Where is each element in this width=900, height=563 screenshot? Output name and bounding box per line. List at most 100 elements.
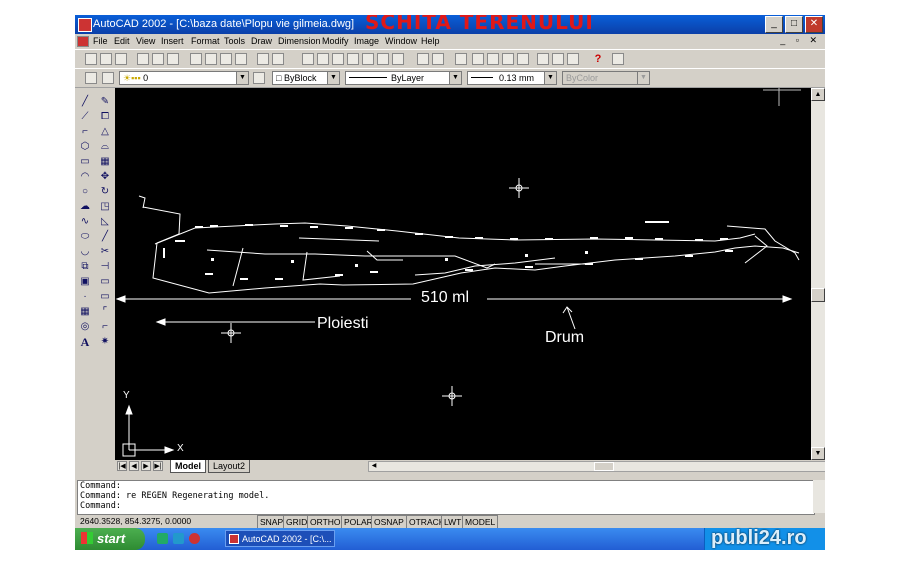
copy-icon[interactable] [205,53,217,65]
vertical-scrollbar[interactable]: ▲ ▼ [811,88,825,460]
hyperlink-icon[interactable] [392,53,404,65]
lwt-toggle[interactable]: LWT [441,515,465,529]
construction-line-icon[interactable]: ⟋ [79,111,91,123]
menu-edit[interactable]: Edit [114,36,130,46]
menu-view[interactable]: View [136,36,155,46]
open-icon[interactable] [100,53,112,65]
make-block-icon[interactable]: ▣ [79,276,91,288]
drawing-area[interactable]: 510 ml Ploiesti Drum Y X [115,88,811,460]
tab-layout2[interactable]: Layout2 [208,460,251,473]
match-properties-icon[interactable] [235,53,247,65]
menu-file[interactable]: File [93,36,108,46]
layer-previous-icon[interactable] [253,72,265,84]
ucs-icon[interactable] [417,53,429,65]
command-window[interactable]: Command: Command: re REGEN Regenerating … [77,480,815,515]
hatch-icon[interactable]: ▦ [79,306,91,318]
arc-icon[interactable]: ◠ [79,171,91,183]
express-icon[interactable] [612,53,624,65]
tab-model[interactable]: Model [170,460,206,473]
polygon-icon[interactable]: ⬡ [79,141,91,153]
layer-dropdown[interactable]: ☀▪▪▪ 0 ▼ [119,71,249,85]
tab-first-icon[interactable]: |◀ [117,461,127,471]
linetype-dropdown[interactable]: ByLayer ▼ [345,71,462,85]
find-icon[interactable] [167,53,179,65]
zoom-extents-icon[interactable] [517,53,529,65]
model-toggle[interactable]: MODEL [462,515,499,529]
lengthen-icon[interactable]: ╱ [99,231,111,243]
close-button[interactable]: ✕ [805,16,823,33]
break-at-point-icon[interactable]: ▭ [99,291,111,303]
horizontal-scrollbar[interactable]: ◀ ▶ [368,461,825,472]
region-icon[interactable]: ◎ [79,321,91,333]
plotstyle-dropdown[interactable]: ByColor ▼ [562,71,650,85]
point-icon[interactable]: · [79,291,91,303]
start-button[interactable]: start [75,528,145,550]
lineweight-dropdown[interactable]: 0.13 mm ▼ [467,71,557,85]
make-current-layer-icon[interactable] [102,72,114,84]
menu-tools[interactable]: Tools [224,36,245,46]
extend-icon[interactable]: ⊣ [99,261,111,273]
break-icon[interactable]: ▭ [99,276,111,288]
image-icon[interactable] [377,53,389,65]
properties-icon[interactable] [332,53,344,65]
line-icon[interactable]: ╱ [79,96,91,108]
menu-draw[interactable]: Draw [251,36,272,46]
design-center-icon[interactable] [347,53,359,65]
zoom-realtime-icon[interactable] [455,53,467,65]
erase-icon[interactable]: ✎ [99,96,111,108]
menu-insert[interactable]: Insert [161,36,184,46]
zoom-window-icon[interactable] [487,53,499,65]
tab-last-icon[interactable]: ▶| [153,461,163,471]
ellipse-icon[interactable]: ⬭ [79,231,91,243]
revision-cloud-icon[interactable]: ☁ [79,201,91,213]
redraw-icon[interactable] [537,53,549,65]
menu-help[interactable]: Help [421,36,440,46]
menu-window[interactable]: Window [385,36,417,46]
menu-dimension[interactable]: Dimension [278,36,321,46]
copy-object-icon[interactable]: ⧠ [99,111,111,123]
insert-block-icon[interactable]: ⧉ [79,261,91,273]
pan-icon[interactable] [472,53,484,65]
adcenter-icon[interactable] [302,53,314,65]
layer-manager-icon[interactable] [85,72,97,84]
stretch-icon[interactable]: ◺ [99,216,111,228]
undo-icon[interactable] [257,53,269,65]
scroll-thumb[interactable] [811,288,825,302]
tool-palette-icon[interactable] [362,53,374,65]
maximize-button[interactable]: □ [785,16,803,33]
multiline-text-icon[interactable]: A [79,336,91,348]
scale-icon[interactable]: ◳ [99,201,111,213]
scroll-left-icon[interactable]: ◀ [369,462,379,471]
quick-launch-desktop-icon[interactable] [173,533,184,544]
zoom-previous-icon[interactable] [502,53,514,65]
ellipse-arc-icon[interactable]: ◡ [79,246,91,258]
help-icon[interactable]: ? [592,53,604,65]
mdi-window-controls[interactable]: _ ▫ ✕ [780,35,821,46]
menu-image[interactable]: Image [354,36,379,46]
fillet-icon[interactable]: ⌐ [99,321,111,333]
offset-icon[interactable]: ⌓ [99,141,111,153]
print-preview-icon[interactable] [152,53,164,65]
scroll-down-icon[interactable]: ▼ [811,447,825,460]
layout-icon[interactable] [552,53,564,65]
mirror-icon[interactable]: △ [99,126,111,138]
quick-launch-ie-icon[interactable] [157,533,168,544]
rectangle-icon[interactable]: ▭ [79,156,91,168]
paste-icon[interactable] [220,53,232,65]
document-icon[interactable] [77,36,89,47]
explode-icon[interactable]: ✷ [99,336,111,348]
cut-icon[interactable] [190,53,202,65]
spline-icon[interactable]: ∿ [79,216,91,228]
scroll-up-icon[interactable]: ▲ [811,88,825,101]
new-icon[interactable] [85,53,97,65]
snap-toggle[interactable]: SNAP [257,515,287,529]
osnap-toggle[interactable]: OSNAP [371,515,407,529]
tab-next-icon[interactable]: ▶ [141,461,151,471]
move-icon[interactable]: ✥ [99,171,111,183]
menu-format[interactable]: Format [191,36,220,46]
color-dropdown[interactable]: □ ByBlock ▼ [272,71,340,85]
array-icon[interactable]: ▦ [99,156,111,168]
command-scrollbar[interactable] [813,480,825,513]
trim-icon[interactable]: ✂ [99,246,111,258]
quick-launch-media-icon[interactable] [189,533,200,544]
